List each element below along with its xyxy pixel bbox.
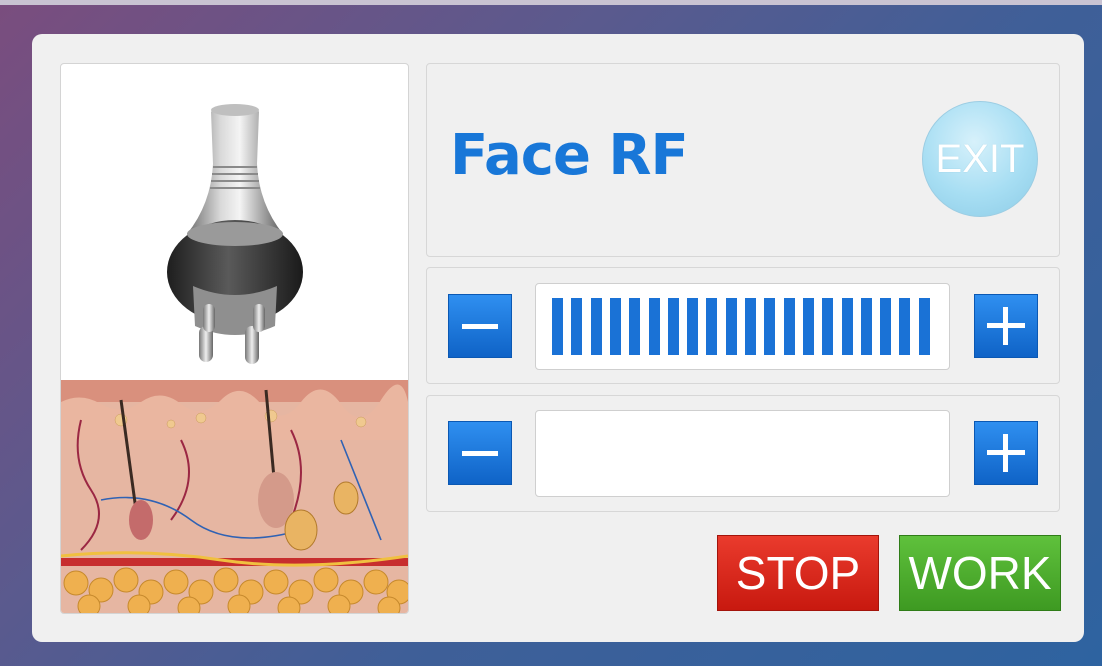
level-segment bbox=[726, 298, 737, 355]
minus-icon bbox=[462, 323, 498, 329]
treatment-image bbox=[60, 63, 409, 614]
level-segment bbox=[842, 298, 853, 355]
increase-button-2[interactable] bbox=[974, 421, 1038, 485]
stop-button[interactable]: STOP bbox=[717, 535, 879, 611]
decrease-button-1[interactable] bbox=[448, 294, 512, 358]
decrease-button-2[interactable] bbox=[448, 421, 512, 485]
rf-handpiece-image bbox=[167, 104, 303, 364]
level-segment bbox=[571, 298, 582, 355]
level-segment bbox=[687, 298, 698, 355]
level-segment bbox=[803, 298, 814, 355]
level-segment bbox=[610, 298, 621, 355]
level-segment bbox=[764, 298, 775, 355]
work-button[interactable]: WORK bbox=[899, 535, 1061, 611]
increase-button-1[interactable] bbox=[974, 294, 1038, 358]
level-display-1 bbox=[535, 283, 950, 370]
level-segment bbox=[822, 298, 833, 355]
level-segment bbox=[784, 298, 795, 355]
level-segment bbox=[668, 298, 679, 355]
level-segment bbox=[706, 298, 717, 355]
level-segment bbox=[880, 298, 891, 355]
top-border bbox=[0, 0, 1102, 5]
level-segment bbox=[745, 298, 756, 355]
level-segment bbox=[552, 298, 563, 355]
level-segment bbox=[591, 298, 602, 355]
page-title: Face RF bbox=[450, 123, 689, 188]
minus-icon bbox=[462, 450, 498, 456]
level-segment bbox=[899, 298, 910, 355]
skin-cross-section-image bbox=[61, 380, 408, 613]
level-segment bbox=[861, 298, 872, 355]
plus-icon bbox=[987, 307, 1025, 345]
level-segment bbox=[919, 298, 930, 355]
plus-icon bbox=[987, 434, 1025, 472]
level-display-2 bbox=[535, 410, 950, 497]
level-segment bbox=[649, 298, 660, 355]
level-segment bbox=[629, 298, 640, 355]
exit-button[interactable]: EXIT bbox=[922, 101, 1038, 217]
